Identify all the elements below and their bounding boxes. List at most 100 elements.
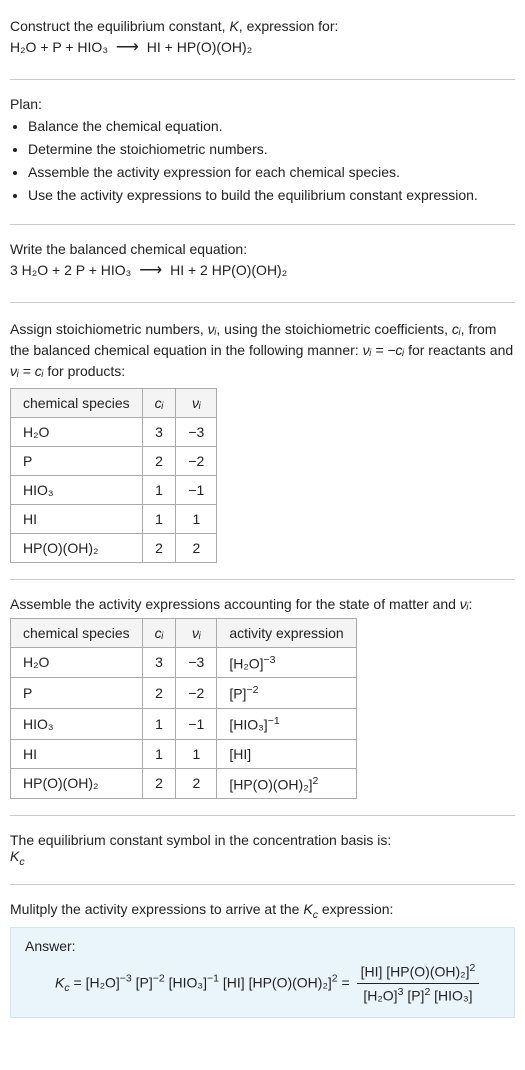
intro-K: K	[229, 18, 238, 34]
col-header: cᵢ	[142, 618, 176, 647]
cell: −1	[176, 475, 217, 504]
balanced-rhs: HI + 2 HP(O)(OH)₂	[170, 262, 287, 278]
activity-nu: νᵢ	[460, 596, 469, 612]
col-header: νᵢ	[176, 388, 217, 417]
eq-lhs: H₂O + P + HIO₃	[10, 39, 108, 55]
cell: 2	[142, 533, 176, 562]
cell: 2	[176, 533, 217, 562]
plan-list: Balance the chemical equation. Determine…	[10, 116, 515, 206]
table-row: P2−2[P]−2	[11, 678, 357, 709]
balanced-equation: 3 H₂O + 2 P + HIO₃ ⟶ HI + 2 HP(O)(OH)₂	[10, 257, 515, 286]
table-row: HIO₃1−1	[11, 475, 217, 504]
divider	[10, 579, 515, 580]
cell: [H₂O]−3	[217, 647, 356, 678]
cell: 2	[176, 768, 217, 799]
stoich-text-d: for reactants and	[404, 342, 513, 358]
activity-text-a: Assemble the activity expressions accoun…	[10, 596, 460, 612]
activity-text: Assemble the activity expressions accoun…	[10, 596, 515, 612]
table-row: chemical species cᵢ νᵢ activity expressi…	[11, 618, 357, 647]
cell: HI	[11, 739, 143, 768]
eq-rhs: HI + HP(O)(OH)₂	[147, 39, 252, 55]
eqconst-symbol: Kc	[10, 848, 515, 868]
eqconst-section: The equilibrium constant symbol in the c…	[10, 822, 515, 878]
list-item: Balance the chemical equation.	[28, 116, 515, 137]
cell: 2	[142, 446, 176, 475]
answer-label: Answer:	[25, 938, 500, 954]
cell: H₂O	[11, 647, 143, 678]
cell: −3	[176, 647, 217, 678]
intro-text: Construct the equilibrium constant,	[10, 18, 229, 34]
stoich-text: Assign stoichiometric numbers, νᵢ, using…	[10, 319, 515, 382]
arrow-icon: ⟶	[135, 262, 166, 279]
divider	[10, 224, 515, 225]
divider	[10, 884, 515, 885]
intro-text-b: , expression for:	[239, 18, 339, 34]
stoich-section: Assign stoichiometric numbers, νᵢ , using…	[10, 309, 515, 573]
answer-box: Answer: Kc = [H₂O]−3 [P]−2 [HIO₃]−1 [HI]…	[10, 927, 515, 1018]
fraction: [HI] [HP(O)(OH)₂]2 [H₂O]3 [P]2 [HIO₃]	[357, 960, 480, 1007]
cell: [HP(O)(OH)₂]2	[217, 768, 356, 799]
cell: [HIO₃]−1	[217, 708, 356, 739]
kc-expression: Kc = [H₂O]−3 [P]−2 [HIO₃]−1 [HI] [HP(O)(…	[55, 960, 500, 1007]
unbalanced-equation: H₂O + P + HIO₃ ⟶ HI + HP(O)(OH)₂	[10, 34, 515, 63]
list-item: Use the activity expressions to build th…	[28, 185, 515, 206]
cell: P	[11, 446, 143, 475]
cell: −2	[176, 678, 217, 709]
cell: HIO₃	[11, 708, 143, 739]
stoich-text-e: for products:	[43, 363, 125, 379]
cell: HI	[11, 504, 143, 533]
cell: 2	[142, 678, 176, 709]
final-line: Mulitply the activity expressions to arr…	[10, 901, 515, 921]
cell: 2	[142, 768, 176, 799]
table-row: HIO₃1−1[HIO₃]−1	[11, 708, 357, 739]
cell: −2	[176, 446, 217, 475]
stoich-text-b: , using the stoichiometric coefficients,	[216, 321, 452, 337]
balanced-section: Write the balanced chemical equation: 3 …	[10, 231, 515, 296]
stoich-table: chemical species cᵢ νᵢ H₂O3−3 P2−2 HIO₃1…	[10, 388, 217, 563]
intro-line: Construct the equilibrium constant, K, e…	[10, 18, 515, 34]
col-header: cᵢ	[142, 388, 176, 417]
col-header: chemical species	[11, 618, 143, 647]
col-header: chemical species	[11, 388, 143, 417]
cell: [HI]	[217, 739, 356, 768]
stoich-rel1: νᵢ = −cᵢ	[363, 342, 405, 358]
cell: −1	[176, 708, 217, 739]
stoich-rel2: νᵢ = cᵢ	[10, 363, 43, 379]
table-row: HP(O)(OH)₂22[HP(O)(OH)₂]2	[11, 768, 357, 799]
activity-section: Assemble the activity expressions accoun…	[10, 586, 515, 810]
table-row: chemical species cᵢ νᵢ	[11, 388, 217, 417]
table-row: HI11	[11, 504, 217, 533]
cell: −3	[176, 417, 217, 446]
table-row: P2−2	[11, 446, 217, 475]
list-item: Assemble the activity expression for eac…	[28, 162, 515, 183]
cell: HP(O)(OH)₂	[11, 533, 143, 562]
final-section: Mulitply the activity expressions to arr…	[10, 891, 515, 1028]
cell: 1	[176, 504, 217, 533]
cell: P	[11, 678, 143, 709]
cell: 3	[142, 417, 176, 446]
table-row: HP(O)(OH)₂22	[11, 533, 217, 562]
cell: 1	[142, 739, 176, 768]
stoich-ci: cᵢ	[452, 321, 461, 337]
cell: 1	[142, 475, 176, 504]
balanced-heading: Write the balanced chemical equation:	[10, 241, 515, 257]
eqconst-line: The equilibrium constant symbol in the c…	[10, 832, 515, 848]
table-row: H₂O3−3[H₂O]−3	[11, 647, 357, 678]
col-header: νᵢ	[176, 618, 217, 647]
table-row: H₂O3−3	[11, 417, 217, 446]
activity-table: chemical species cᵢ νᵢ activity expressi…	[10, 618, 357, 800]
cell: 3	[142, 647, 176, 678]
activity-text-b: :	[469, 596, 473, 612]
cell: 1	[142, 708, 176, 739]
cell: [P]−2	[217, 678, 356, 709]
arrow-icon: ⟶	[112, 39, 143, 56]
list-item: Determine the stoichiometric numbers.	[28, 139, 515, 160]
cell: HP(O)(OH)₂	[11, 768, 143, 799]
divider	[10, 79, 515, 80]
col-header: activity expression	[217, 618, 356, 647]
intro-section: Construct the equilibrium constant, K, e…	[10, 8, 515, 73]
table-row: HI11[HI]	[11, 739, 357, 768]
divider	[10, 302, 515, 303]
stoich-text-a: Assign stoichiometric numbers,	[10, 321, 208, 337]
divider	[10, 815, 515, 816]
